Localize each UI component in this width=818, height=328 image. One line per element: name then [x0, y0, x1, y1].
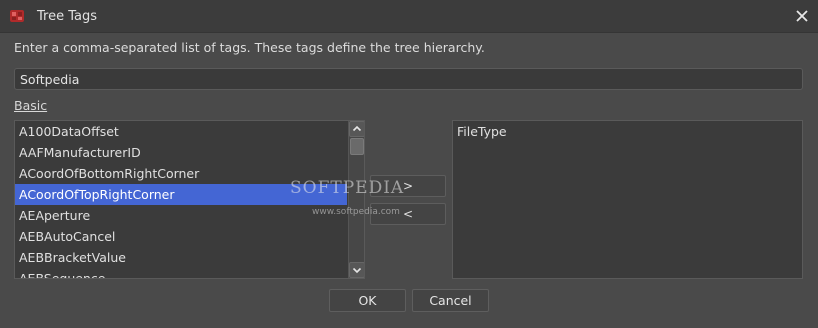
vertical-scrollbar[interactable]: [348, 121, 364, 278]
chevron-up-icon: [352, 125, 362, 132]
list-item[interactable]: AEBAutoCancel: [15, 226, 347, 247]
section-label-basic: Basic: [14, 98, 48, 113]
scrollbar-thumb[interactable]: [350, 138, 364, 155]
cancel-button[interactable]: Cancel: [412, 289, 489, 312]
tags-input[interactable]: [14, 68, 803, 90]
app-icon: [10, 10, 24, 22]
list-item[interactable]: AEBBracketValue: [15, 247, 347, 268]
scroll-down-button[interactable]: [349, 262, 364, 278]
watermark-logo: SOFTPEDIA: [290, 178, 405, 198]
available-tags-items: A100DataOffset AAFManufacturerID ACoordO…: [15, 121, 347, 278]
chevron-down-icon: [352, 267, 362, 274]
list-item[interactable]: AEBSequence: [15, 268, 347, 278]
scroll-up-button[interactable]: [349, 121, 364, 137]
list-item[interactable]: FileType: [453, 121, 802, 142]
list-item[interactable]: A100DataOffset: [15, 121, 347, 142]
ok-button[interactable]: OK: [329, 289, 406, 312]
title-bar: Tree Tags: [0, 0, 818, 33]
watermark-url: www.softpedia.com: [312, 207, 400, 217]
list-item[interactable]: AEAperture: [15, 205, 347, 226]
instructions-text: Enter a comma-separated list of tags. Th…: [14, 40, 485, 55]
close-icon[interactable]: [792, 6, 812, 26]
selected-tags-list[interactable]: FileType: [452, 120, 803, 279]
available-tags-list[interactable]: A100DataOffset AAFManufacturerID ACoordO…: [14, 120, 365, 279]
list-item[interactable]: AAFManufacturerID: [15, 142, 347, 163]
window-title: Tree Tags: [37, 9, 97, 24]
